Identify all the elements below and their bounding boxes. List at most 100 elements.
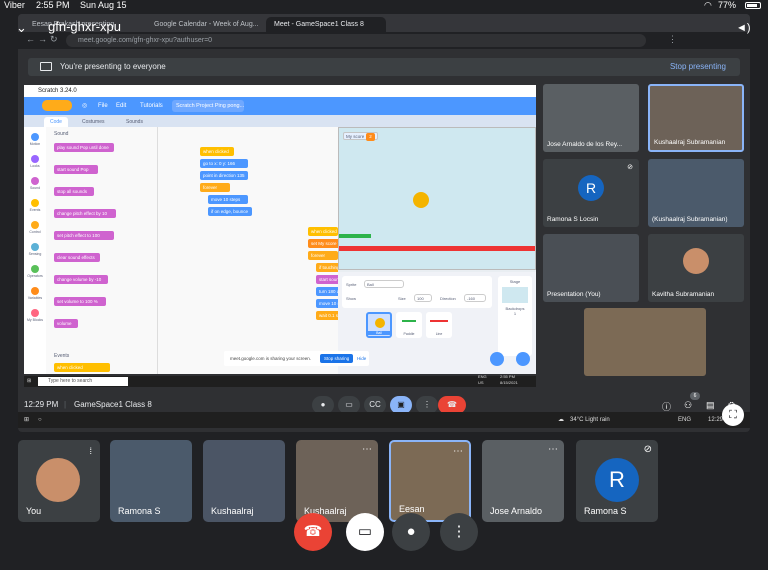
add-backdrop-icon[interactable]	[516, 352, 530, 366]
reload-icon[interactable]: ↻	[50, 34, 58, 45]
menu-tutorials[interactable]: Tutorials	[140, 97, 163, 115]
code-block[interactable]: start sound Pop	[316, 275, 338, 284]
palette-block[interactable]: set pitch effect to 100	[54, 231, 114, 240]
browser-tab-3[interactable]: Meet - GameSpace1 Class 8	[266, 17, 386, 32]
palette-block[interactable]: stop all sounds	[54, 187, 94, 196]
windows-start-icon[interactable]: ⊞	[24, 412, 29, 428]
end-call-button[interactable]: ☎	[294, 513, 332, 551]
palette-block[interactable]: change volume by -10	[54, 275, 108, 284]
paddle-sprite[interactable]	[339, 234, 371, 238]
code-block[interactable]: set My score to 0	[308, 239, 338, 248]
code-block[interactable]: move 10 steps	[316, 299, 338, 308]
speaker-icon[interactable]: ◄)	[736, 22, 751, 34]
search-icon[interactable]: ○	[38, 412, 42, 428]
tile-eesan[interactable]: ⋯ Eesan	[389, 440, 471, 522]
back-icon[interactable]: ←	[26, 34, 35, 44]
category-control-icon[interactable]	[31, 221, 39, 229]
category-events-icon[interactable]	[31, 199, 39, 207]
code-block[interactable]: point in direction 135	[200, 171, 248, 180]
tab-code[interactable]: Code	[44, 117, 68, 127]
presenting-banner: You're presenting to everyone Stop prese…	[28, 58, 740, 76]
code-block[interactable]: if touching Pad	[316, 263, 338, 272]
line-thumb-icon	[430, 320, 448, 322]
palette-block-event[interactable]: when clicked	[54, 363, 110, 372]
code-block[interactable]: if on edge, bounce	[208, 207, 252, 216]
camera-off-button[interactable]: ▭	[346, 513, 384, 551]
forward-icon[interactable]: →	[38, 34, 47, 44]
size-label: Size	[398, 296, 406, 301]
people-icon[interactable]: ⚇	[684, 400, 692, 411]
tile-ramona[interactable]: R ⊘ Ramona S	[576, 440, 658, 522]
stop-sharing-button[interactable]: Stop sharing	[320, 354, 354, 363]
tile-kushaalraj-screen[interactable]: Kushaalraj	[203, 440, 285, 522]
mic-off-icon: ⊘	[627, 164, 633, 171]
more-options-button[interactable]: ⋮	[440, 513, 478, 551]
code-block[interactable]: go to x: 0 y: 166	[200, 159, 248, 168]
code-block[interactable]: wait 0.1 seconds	[316, 311, 338, 320]
category-operators-icon[interactable]	[31, 265, 39, 273]
more-icon[interactable]: ⋯	[548, 444, 558, 455]
side-participant-ramona[interactable]: R Ramona S Locsin ⊘	[543, 159, 639, 227]
palette-block[interactable]: clear sound effects	[54, 253, 100, 262]
stage-selector[interactable]: Stage Backdrops 1	[498, 276, 532, 356]
code-block[interactable]: when clicked	[308, 227, 338, 236]
sprite-thumb-ball[interactable]: Ball	[366, 312, 392, 338]
palette-block[interactable]: volume	[54, 319, 78, 328]
tile-kushaalraj[interactable]: ⋯ Kushaalraj	[296, 440, 378, 522]
tile-ramona-screen[interactable]: Ramona S	[110, 440, 192, 522]
more-icon[interactable]: ⋯	[362, 444, 372, 455]
side-participant-kavitha[interactable]: Kavitha Subramanian	[648, 234, 744, 302]
direction-input[interactable]: -160	[464, 294, 486, 302]
ball-sprite[interactable]	[413, 192, 429, 208]
mic-button[interactable]: ●	[392, 513, 430, 551]
participant-name: Ramona S	[118, 506, 161, 516]
palette-block[interactable]: play sound Pop until done	[54, 143, 114, 152]
status-bar: Viber 2:55 PM Sun Aug 15 ◠ 77%	[0, 0, 768, 11]
menu-edit[interactable]: Edit	[116, 97, 126, 115]
sprite-name-input[interactable]: Ball	[364, 280, 404, 288]
sprite-thumb-paddle[interactable]: Paddle	[396, 312, 422, 338]
code-block[interactable]: when clicked	[200, 147, 234, 156]
windows-search-box[interactable]: Type here to search	[38, 377, 128, 386]
scratch-logo[interactable]	[42, 100, 72, 111]
sprite-thumb-line[interactable]: Line	[426, 312, 452, 338]
category-variables-icon[interactable]	[31, 287, 39, 295]
code-block[interactable]: forever	[308, 251, 338, 260]
add-sprite-icon[interactable]	[490, 352, 504, 366]
chat-icon[interactable]: ▤	[706, 400, 715, 411]
tile-you[interactable]: ⁞ You	[18, 440, 100, 522]
code-block[interactable]: turn 180 degrees	[316, 287, 338, 296]
palette-block[interactable]: change pitch effect by 10	[54, 209, 116, 218]
menu-file[interactable]: File	[98, 97, 108, 115]
code-block[interactable]: forever	[200, 183, 230, 192]
fullscreen-icon[interactable]: ⛶	[722, 404, 744, 426]
palette-block[interactable]: set volume to 100 %	[54, 297, 106, 306]
category-looks-icon[interactable]	[31, 155, 39, 163]
category-sensing-icon[interactable]	[31, 243, 39, 251]
palette-section-events: Events	[54, 353, 70, 359]
line-sprite[interactable]	[339, 246, 535, 251]
tile-jose[interactable]: ⋯ Jose Arnaldo	[482, 440, 564, 522]
chevron-down-icon[interactable]: ⌄	[16, 20, 27, 36]
category-motion-icon[interactable]	[31, 133, 39, 141]
url-field[interactable]: meet.google.com/gfn-ghxr-xpu?authuser=0	[66, 34, 646, 47]
browser-tab-2[interactable]: Google Calendar - Week of Aug...	[146, 17, 264, 32]
side-participant-kushaalraj[interactable]: Kushaalraj Subramanian	[648, 84, 744, 152]
hide-notice-button[interactable]: Hide	[357, 351, 366, 366]
category-my-blocks-icon[interactable]	[31, 309, 39, 317]
category-label: Sound	[29, 186, 41, 190]
side-participant-jose[interactable]: Jose Arnaldo de los Rey...	[543, 84, 639, 152]
side-participant-presentation[interactable]: Presentation (You)	[543, 234, 639, 302]
palette-block[interactable]: start sound Pop	[54, 165, 98, 174]
tab-sounds[interactable]: Sounds	[120, 117, 149, 127]
more-icon[interactable]: ⋯	[453, 446, 463, 457]
stop-presenting-button[interactable]: Stop presenting	[670, 58, 726, 76]
globe-icon[interactable]: ◎	[82, 97, 87, 115]
project-title-input[interactable]: Scratch Project Ping pong...	[172, 100, 244, 112]
size-input[interactable]: 100	[414, 294, 432, 302]
category-sound-icon[interactable]	[31, 177, 39, 185]
extensions-icon[interactable]: ⋮	[668, 34, 677, 45]
code-block[interactable]: move 10 steps	[208, 195, 248, 204]
tab-costumes[interactable]: Costumes	[76, 117, 111, 127]
side-participant-kushaalraj-screen[interactable]: (Kushaalraj Subramanian)	[648, 159, 744, 227]
